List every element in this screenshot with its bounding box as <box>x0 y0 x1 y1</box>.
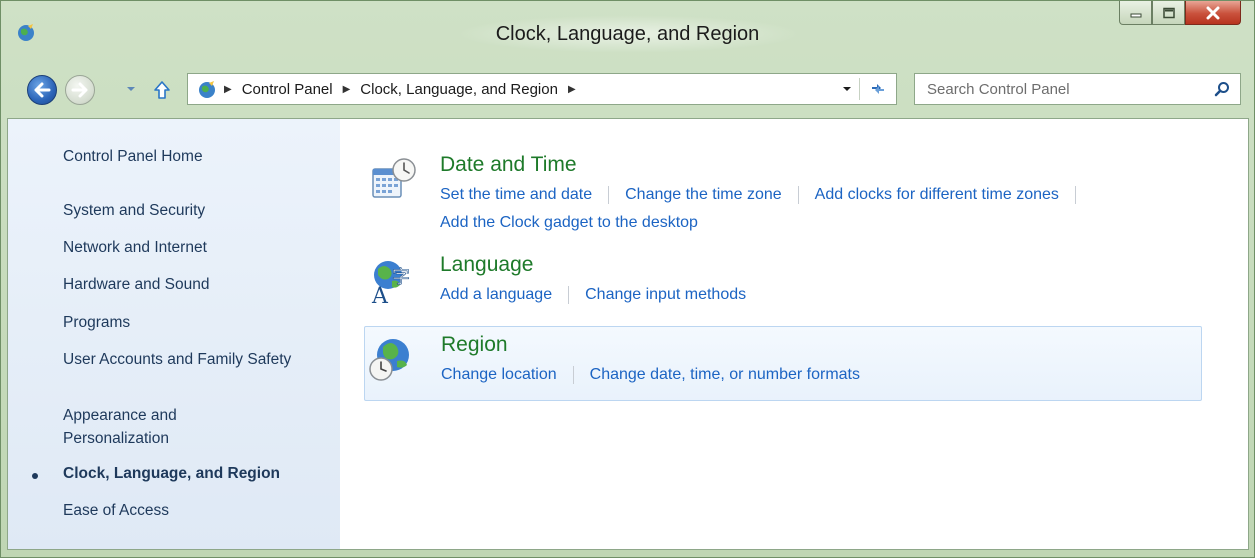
maximize-button[interactable] <box>1152 1 1185 25</box>
close-icon <box>1206 6 1220 19</box>
language-links: Add a language Change input methods <box>440 281 746 309</box>
date-and-time-links: Set the time and date Change the time zo… <box>440 181 1230 237</box>
back-arrow-icon <box>34 82 51 98</box>
link-separator <box>568 286 570 304</box>
svg-text:字: 字 <box>392 267 410 288</box>
nav-item-control-panel-home[interactable]: Control Panel Home <box>63 145 328 168</box>
refresh-icon[interactable] <box>868 79 888 99</box>
breadcrumb-clock-language-region[interactable]: Clock, Language, and Region <box>360 81 558 98</box>
address-bar[interactable]: ▶ Control Panel ▶ Clock, Language, and R… <box>187 73 897 105</box>
search-icon[interactable] <box>1214 81 1230 97</box>
link-add-clocks[interactable]: Add clocks for different time zones <box>815 181 1059 209</box>
link-separator <box>608 186 610 204</box>
recent-locations-chevron-down-icon[interactable] <box>125 83 137 95</box>
link-change-formats[interactable]: Change date, time, or number formats <box>590 361 860 389</box>
current-item-bullet-icon <box>32 473 38 479</box>
nav-item-user-accounts[interactable]: User Accounts and Family Safety <box>63 348 303 371</box>
date-and-time-icon <box>372 158 416 198</box>
content-area: Control Panel Home System and Security N… <box>7 118 1249 550</box>
nav-item-system-and-security[interactable]: System and Security <box>63 199 328 222</box>
category-date-and-time: Date and Time Set the time and date Chan… <box>364 149 1202 239</box>
svg-text:A: A <box>371 284 389 305</box>
category-region[interactable]: Region Change location Change date, time… <box>364 326 1202 401</box>
search-box[interactable] <box>914 73 1241 105</box>
nav-item-appearance[interactable]: Appearance and Personalization <box>63 404 263 450</box>
region-icon <box>369 339 409 381</box>
maximize-icon <box>1162 7 1175 18</box>
category-title-region[interactable]: Region <box>441 333 508 357</box>
nav-item-clock-language-region: Clock, Language, and Region <box>63 465 281 482</box>
category-pane: Date and Time Set the time and date Chan… <box>340 119 1248 549</box>
breadcrumb-control-panel[interactable]: Control Panel <box>242 81 333 98</box>
link-separator <box>1074 186 1076 204</box>
breadcrumb-separator-icon[interactable]: ▶ <box>568 84 576 95</box>
nav-item-ease-of-access[interactable]: Ease of Access <box>63 499 328 522</box>
language-icon: 字 A <box>371 261 410 305</box>
address-history-chevron-down-icon[interactable] <box>842 84 852 94</box>
window-title: Clock, Language, and Region <box>495 23 760 45</box>
link-separator <box>572 366 574 384</box>
navigation-pane: Control Panel Home System and Security N… <box>8 119 340 549</box>
forward-button[interactable] <box>65 75 95 105</box>
nav-item-network-and-internet[interactable]: Network and Internet <box>63 236 328 259</box>
nav-item-programs[interactable]: Programs <box>63 311 328 334</box>
caption-buttons <box>1119 1 1241 27</box>
link-change-location[interactable]: Change location <box>441 361 557 389</box>
breadcrumb-separator-icon[interactable]: ▶ <box>224 84 232 95</box>
nav-item-hardware-and-sound[interactable]: Hardware and Sound <box>63 273 328 296</box>
link-add-language[interactable]: Add a language <box>440 281 552 309</box>
link-add-clock-gadget[interactable]: Add the Clock gadget to the desktop <box>440 209 698 237</box>
up-arrow-icon[interactable] <box>151 79 173 101</box>
forward-arrow-icon <box>71 82 88 98</box>
link-set-time-and-date[interactable]: Set the time and date <box>440 181 592 209</box>
breadcrumb-separator-icon[interactable]: ▶ <box>343 84 351 95</box>
control-panel-location-icon <box>199 81 215 98</box>
link-change-time-zone[interactable]: Change the time zone <box>625 181 782 209</box>
minimize-icon <box>1130 13 1141 17</box>
link-separator <box>797 186 799 204</box>
category-title-language[interactable]: Language <box>440 253 533 277</box>
link-change-input-methods[interactable]: Change input methods <box>585 281 746 309</box>
address-divider <box>859 78 860 100</box>
category-title-date-and-time[interactable]: Date and Time <box>440 153 577 177</box>
control-panel-window: Clock, Language, and Region ▶ Control Pa… <box>0 0 1255 558</box>
minimize-button[interactable] <box>1119 1 1152 25</box>
region-links: Change location Change date, time, or nu… <box>441 361 860 389</box>
title-bar[interactable]: Clock, Language, and Region <box>1 1 1254 65</box>
search-input[interactable] <box>915 74 1205 104</box>
category-language: 字 A Language Add a language Change input… <box>364 253 1202 313</box>
back-button[interactable] <box>27 75 57 105</box>
close-button[interactable] <box>1185 1 1241 25</box>
